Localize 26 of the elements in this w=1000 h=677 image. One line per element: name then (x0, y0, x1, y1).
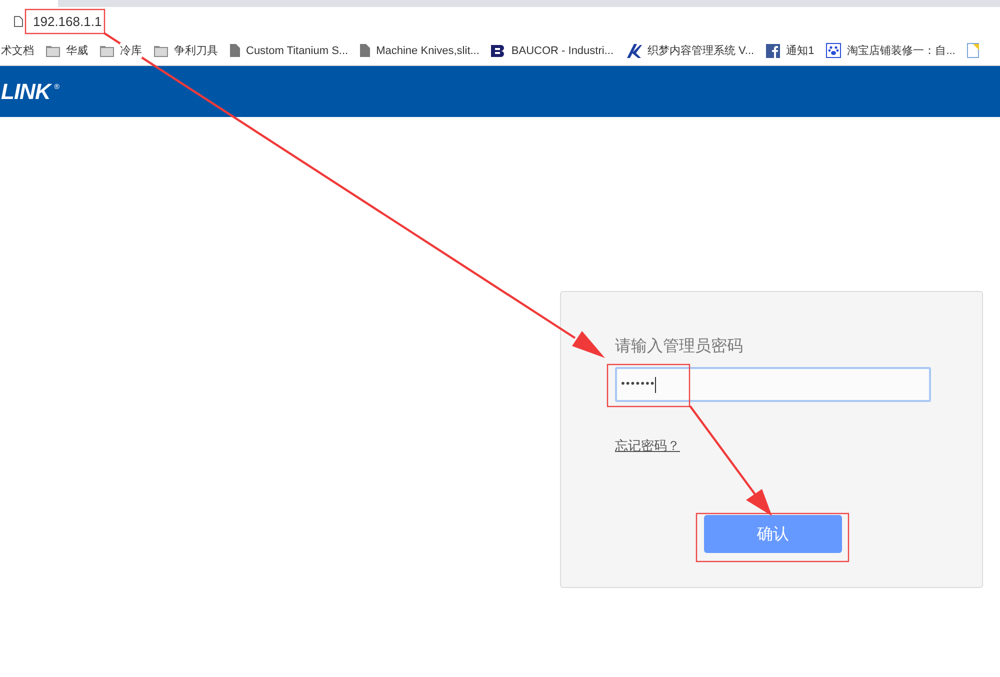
bookmark-link[interactable]: 通知1 (786, 43, 814, 58)
forgot-password-link[interactable]: 忘记密码？ (615, 437, 680, 455)
folder-icon (46, 44, 60, 56)
bookmark-link[interactable]: 淘宝店铺装修一：自... (847, 43, 956, 58)
note-icon[interactable] (967, 43, 980, 58)
b-logo-icon (491, 44, 506, 56)
password-field[interactable]: ••••••• (615, 367, 931, 402)
folder-icon (100, 44, 114, 56)
bookmark-link[interactable]: Machine Knives,slit... (376, 44, 480, 56)
logo-text: LINK (1, 78, 52, 104)
bookmark-link[interactable]: 织梦内容管理系统 V... (648, 43, 754, 58)
bookmark-link[interactable]: Custom Titanium S... (246, 44, 348, 56)
folder-icon (154, 44, 168, 56)
k-logo-icon (626, 42, 642, 58)
bookmark-link[interactable]: 冷库 (120, 43, 142, 58)
url-text: 192.168.1.1 (33, 14, 102, 29)
bookmark-link[interactable]: 争利刀具 (174, 43, 218, 58)
paw-icon (826, 43, 842, 58)
facebook-icon (766, 44, 780, 58)
bookmark-link[interactable]: 华威 (66, 43, 88, 58)
password-prompt: 请输入管理员密码 (615, 336, 743, 357)
page-icon (360, 44, 370, 57)
page-icon (14, 16, 23, 27)
page-icon (230, 44, 240, 57)
bookmark-link[interactable]: BAUCOR - Industri... (511, 44, 614, 56)
bookmark-link[interactable]: 术文档 (1, 43, 34, 58)
